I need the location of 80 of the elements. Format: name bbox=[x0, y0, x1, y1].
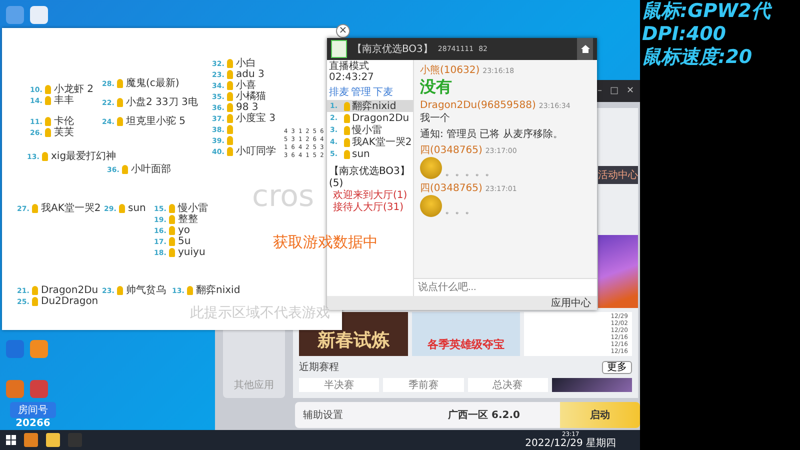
activity-button[interactable]: 活动中心 bbox=[598, 166, 638, 184]
player-icon bbox=[117, 98, 123, 107]
message-sender: 小熊(10632) bbox=[420, 64, 480, 77]
message-text: 没有 bbox=[420, 77, 452, 98]
player-name: Dragon2Du bbox=[41, 285, 98, 296]
player-icon bbox=[32, 204, 38, 213]
player-name: 坦克里小驼 5 bbox=[126, 116, 186, 127]
channel-logo-icon bbox=[331, 40, 347, 58]
player-name: 帅气贫乌 bbox=[126, 285, 166, 296]
player-name: 小叮同学 bbox=[236, 146, 276, 157]
section-title: 近期赛程 bbox=[299, 360, 339, 374]
player-name: 小度宝 3 bbox=[236, 113, 276, 124]
player-name: sun bbox=[128, 203, 146, 214]
more-button[interactable]: 更多 bbox=[602, 360, 632, 374]
channel-item[interactable]: 欢迎来到大厅(1) bbox=[327, 190, 413, 202]
room-label: 房间号 bbox=[10, 402, 56, 418]
mic-action-link[interactable]: 管理 bbox=[351, 85, 371, 99]
player-icon bbox=[42, 152, 48, 161]
message-text: 我一个 bbox=[420, 112, 450, 125]
match-tab[interactable]: 季前赛 bbox=[383, 378, 464, 392]
player-name: 我AK堂一哭2 bbox=[41, 203, 101, 214]
player-icon bbox=[117, 117, 123, 126]
player-name: 小盘2 33刀 3电 bbox=[126, 97, 198, 108]
match-tab[interactable]: 总决赛 bbox=[468, 378, 548, 392]
channel-item[interactable]: 【南京优选BO3】(5) bbox=[327, 166, 413, 190]
window-control-button[interactable]: □ bbox=[610, 86, 618, 96]
message-sender: Dragon2Du(96859588) bbox=[420, 100, 536, 111]
player-name: 5u bbox=[178, 236, 191, 247]
player-name: 翻弈nixid bbox=[196, 285, 240, 296]
player-name: 卡伦 bbox=[54, 116, 74, 127]
assist-settings-link[interactable]: 辅助设置 bbox=[303, 408, 343, 422]
player-name: 整整 bbox=[178, 214, 198, 225]
message-sender: 四(0348765) bbox=[420, 144, 482, 157]
overlay-text: 鼠标速度:20 bbox=[642, 46, 752, 69]
sticker-image bbox=[420, 195, 442, 217]
room-number: 20266 bbox=[16, 418, 50, 429]
player-icon bbox=[117, 79, 123, 88]
mic-action-link[interactable]: 下麦 bbox=[373, 85, 393, 99]
player-name: Du2Dragon bbox=[41, 296, 98, 307]
overlay-text: DPI:400 bbox=[642, 23, 726, 46]
sticker-image bbox=[420, 157, 442, 179]
player-name: 芙芙 bbox=[54, 127, 74, 138]
player-name: 小橘猫 bbox=[236, 91, 266, 102]
promo-image[interactable] bbox=[598, 235, 638, 308]
message-text: 。。。 bbox=[445, 204, 475, 217]
player-icon bbox=[117, 286, 123, 295]
player-name: 小龙虾 2 bbox=[54, 84, 94, 95]
live-mode-label: 直播模式 02:43:27 bbox=[329, 61, 375, 83]
loading-text: 获取游戏数据中 bbox=[273, 233, 378, 252]
overlay-text: 鼠标:GPW2代 bbox=[642, 0, 770, 23]
message-text: 。。。。。 bbox=[445, 166, 495, 179]
system-notice: 通知: 管理员 已将 从麦序移除。 bbox=[420, 128, 564, 141]
player-name: 小喜 bbox=[236, 80, 256, 91]
player-name: adu 3 bbox=[236, 69, 264, 80]
match-tab[interactable]: 半决赛 bbox=[299, 378, 380, 392]
window-control-button[interactable]: – bbox=[597, 86, 602, 96]
player-name: 小叶面部 bbox=[131, 164, 171, 175]
channel-item[interactable]: 接待人大厅(31) bbox=[327, 202, 413, 214]
start-button[interactable]: 启动 bbox=[560, 402, 640, 428]
player-name: 小白 bbox=[236, 58, 256, 69]
server-selector[interactable]: 广西一区 6.2.0 bbox=[448, 408, 520, 422]
windows-logo-icon[interactable] bbox=[6, 435, 16, 445]
message-input[interactable]: 说点什么吧... bbox=[414, 278, 597, 296]
player-icon bbox=[119, 204, 125, 213]
home-icon[interactable] bbox=[577, 38, 593, 60]
player-name: 丰丰 bbox=[54, 95, 74, 106]
player-name: xig最爱打幻神 bbox=[51, 151, 116, 162]
player-name: 魔鬼(c最新) bbox=[126, 78, 180, 89]
player-name: yuiyu bbox=[178, 247, 206, 258]
player-name: 慢小雷 bbox=[178, 203, 208, 214]
player-icon bbox=[122, 165, 128, 174]
message-sender: 四(0348765) bbox=[420, 182, 482, 195]
channel-title: 【南京优选BO3】 bbox=[352, 42, 433, 56]
player-name: 98 3 bbox=[236, 102, 258, 113]
app-center-button[interactable]: 应用中心 bbox=[551, 296, 591, 310]
clock-date: 2022/12/29 星期四 bbox=[525, 438, 616, 449]
player-icon bbox=[187, 286, 193, 295]
player-name: yo bbox=[178, 225, 190, 236]
mic-action-link[interactable]: 排麦 bbox=[329, 85, 349, 99]
window-control-button[interactable]: ✕ bbox=[626, 86, 634, 96]
